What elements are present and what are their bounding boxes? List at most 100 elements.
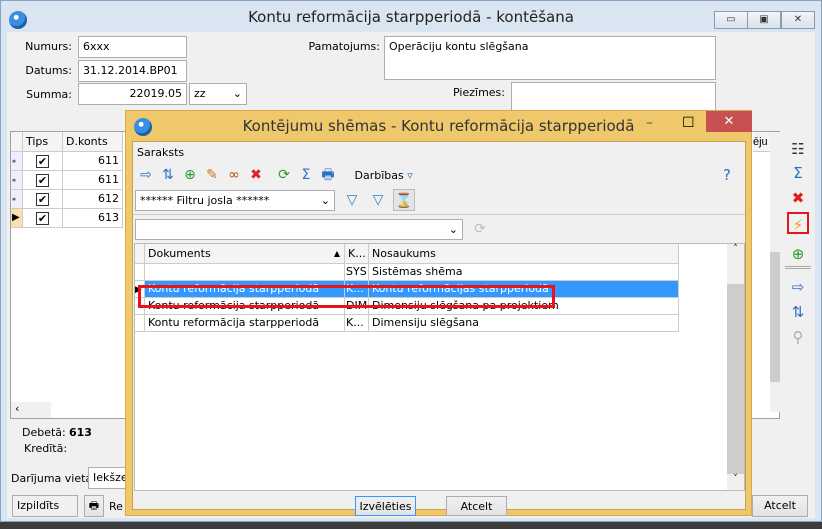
close-button[interactable]: ✕ <box>781 11 815 29</box>
new-row-marker: ⁎ <box>11 190 23 209</box>
status-field: Izpildīts <box>12 495 78 517</box>
checkbox[interactable]: ✔ <box>36 173 49 187</box>
filter-bar-value: ****** Filtru josla ****** <box>140 194 270 207</box>
k-cell[interactable]: K... <box>345 315 369 332</box>
help-icon[interactable]: ? <box>723 166 731 184</box>
darijuma-vieta-label: Darījuma vieta: <box>11 472 96 485</box>
tips-cell[interactable]: ✔ <box>23 171 63 190</box>
chevron-down-icon: ▿ <box>407 169 413 182</box>
col-label: Dokuments <box>148 247 211 260</box>
lightning-icon[interactable]: ⚡ <box>787 212 809 234</box>
dialog-maximize-button[interactable]: ☐ <box>682 115 702 131</box>
delete-icon[interactable]: ✖ <box>245 164 267 186</box>
refresh-disabled-icon: ⟳ <box>474 221 486 237</box>
scrollbar-thumb[interactable] <box>770 252 780 382</box>
actions-menu[interactable]: Darbības ▿ <box>355 169 413 182</box>
filter-icon[interactable]: ▽ <box>341 189 363 211</box>
tree-list-icon[interactable]: ☷ <box>787 138 809 160</box>
scrollbar-thumb[interactable] <box>727 284 744 474</box>
col-header-dokuments[interactable]: Dokuments ▲ <box>145 244 345 264</box>
currency-select[interactable]: zz ⌄ <box>189 83 247 105</box>
currency-value: zz <box>194 87 206 100</box>
schemes-grid: Dokuments ▲ K... Nosaukums SYS Sistēmas s… <box>134 243 745 491</box>
chevron-down-icon: ⌄ <box>320 194 330 207</box>
vertical-scrollbar[interactable] <box>770 132 780 412</box>
chevron-down-icon: ⌄ <box>232 87 242 100</box>
new-doc-icon[interactable]: ⊕ <box>179 164 201 186</box>
piezimes-label: Piezīmes: <box>453 86 505 99</box>
current-row-indicator: ▶ <box>11 209 23 228</box>
piezimes-textarea[interactable] <box>511 82 716 112</box>
col-header-k[interactable]: K... <box>345 244 369 264</box>
dialog-close-button[interactable]: ✕ <box>706 111 752 132</box>
search-select[interactable]: ⌄ <box>135 219 463 240</box>
delete-icon[interactable]: ✖ <box>787 187 809 209</box>
user-filter-icon[interactable]: ⌛ <box>393 189 415 211</box>
dialog-minimize-button[interactable]: – <box>646 115 666 131</box>
summa-input[interactable]: 22019.05 <box>78 83 187 105</box>
edit-icon[interactable]: ✎ <box>201 164 223 186</box>
dkonts-cell[interactable]: 613 <box>63 209 123 228</box>
debeta-value: 613 <box>69 426 92 439</box>
checkbox[interactable]: ✔ <box>36 154 49 168</box>
sort-icon[interactable]: ⇅ <box>787 301 809 323</box>
numurs-label: Numurs: <box>25 40 72 53</box>
chevron-down-icon: ⌄ <box>448 223 458 236</box>
user-search-icon[interactable]: ⚲ <box>787 326 809 348</box>
filter-bar-select[interactable]: ****** Filtru josla ****** ⌄ <box>135 190 335 211</box>
datums-input[interactable]: 31.12.2014.BP01 <box>78 60 187 82</box>
select-arrow-icon[interactable]: ⇨ <box>135 164 157 186</box>
filter-list-icon[interactable]: ▽ <box>367 189 389 211</box>
highlight-box <box>138 285 555 308</box>
numurs-input[interactable]: 6xxx <box>78 36 187 58</box>
kredita-label: Kredītā: <box>24 442 68 455</box>
schemes-dialog: Kontējumu shēmas - Kontu reformācija sta… <box>125 110 752 516</box>
divider <box>785 266 811 269</box>
select-button[interactable]: Izvēlēties <box>355 496 416 516</box>
actions-label: Darbības <box>354 169 404 182</box>
col-header-tips[interactable]: Tips <box>23 132 63 152</box>
tips-cell[interactable]: ✔ <box>23 190 63 209</box>
main-cancel-button[interactable]: Atcelt <box>752 495 808 517</box>
menu-saraksts[interactable]: Saraksts <box>137 146 184 159</box>
binoculars-icon[interactable]: ∞ <box>223 164 245 186</box>
col-header-dkonts[interactable]: D.konts <box>63 132 123 152</box>
col-header-nosaukums[interactable]: Nosaukums <box>369 244 679 264</box>
col-header-fragment: ēju <box>753 132 770 152</box>
print-icon[interactable]: 🖶 <box>84 495 104 517</box>
sum-icon[interactable]: Σ <box>295 164 317 186</box>
scroll-left-button[interactable]: ‹ <box>11 402 51 418</box>
tips-cell[interactable]: ✔ <box>23 152 63 171</box>
pamatojums-label: Pamatojums: <box>308 40 380 53</box>
dkonts-cell[interactable]: 611 <box>63 152 123 171</box>
print-icon[interactable]: 🖶 <box>317 164 339 186</box>
report-button-fragment[interactable]: Re <box>109 500 123 513</box>
window-title: Kontu reformācija starpperiodā - kontēša… <box>248 8 574 26</box>
dokuments-cell[interactable]: Kontu reformācija starpperiodā <box>145 315 345 332</box>
summa-label: Summa: <box>26 88 72 101</box>
row-indicator <box>135 315 145 332</box>
k-cell[interactable]: SYS <box>345 264 369 281</box>
nosaukums-cell[interactable]: Sistēmas shēma <box>369 264 679 281</box>
checkbox[interactable]: ✔ <box>36 211 49 225</box>
tips-cell[interactable]: ✔ <box>23 209 63 228</box>
sort-az-icon[interactable]: ⇅ <box>157 164 179 186</box>
debeta-label: Debetā: <box>22 426 66 439</box>
add-icon[interactable]: ⊕ <box>787 243 809 265</box>
dkonts-cell[interactable]: 612 <box>63 190 123 209</box>
new-row-marker: ⁎ <box>11 171 23 190</box>
pamatojums-textarea[interactable]: Operāciju kontu slēgšana <box>384 36 716 80</box>
minimize-button[interactable]: ▭ <box>714 11 748 29</box>
row-indicator <box>135 264 145 281</box>
indent-arrow-icon[interactable]: ⇨ <box>787 276 809 298</box>
refresh-icon[interactable]: ⟳ <box>273 164 295 186</box>
checkbox[interactable]: ✔ <box>36 192 49 206</box>
nosaukums-cell[interactable]: Dimensiju slēgšana <box>369 315 679 332</box>
dkonts-cell[interactable]: 611 <box>63 171 123 190</box>
sum-icon[interactable]: Σ <box>787 162 809 184</box>
maximize-button[interactable]: ▣ <box>747 11 781 29</box>
sort-asc-icon: ▲ <box>333 249 340 258</box>
dialog-cancel-button[interactable]: Atcelt <box>446 496 507 516</box>
dokuments-cell[interactable] <box>145 264 345 281</box>
dialog-vertical-scrollbar[interactable]: ˄ ˅ <box>727 244 744 490</box>
